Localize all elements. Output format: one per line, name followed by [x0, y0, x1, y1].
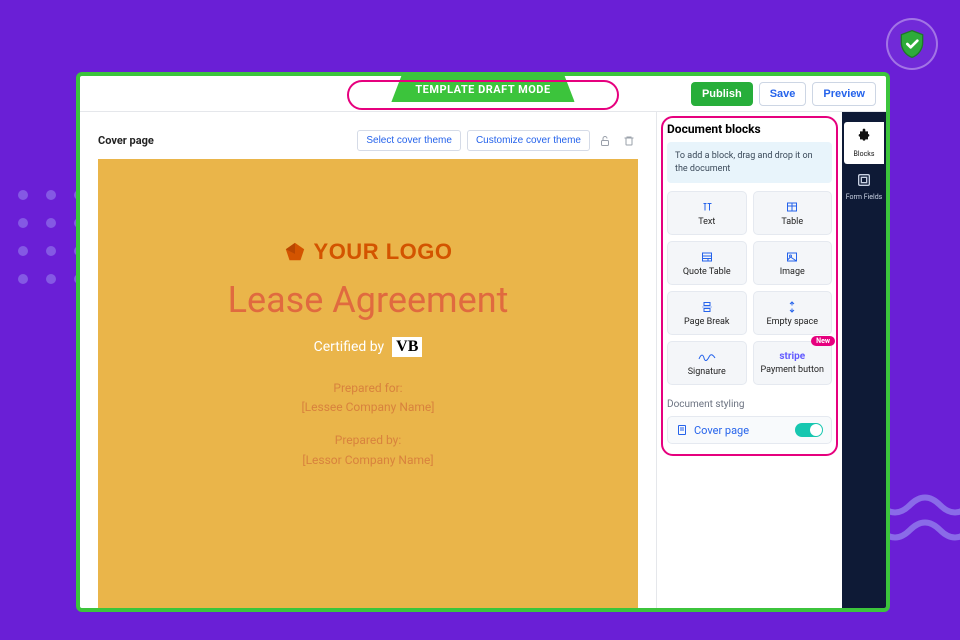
- block-label: Image: [780, 267, 805, 277]
- rail-tab-blocks[interactable]: Blocks: [844, 122, 884, 164]
- customize-cover-theme-button[interactable]: Customize cover theme: [467, 130, 590, 151]
- block-label: Page Break: [684, 317, 729, 327]
- form-fields-icon: [856, 172, 872, 192]
- rail-label: Form Fields: [846, 194, 883, 202]
- document-title: Lease Agreement: [228, 279, 509, 321]
- template-mode-label: TEMPLATE DRAFT MODE: [415, 83, 550, 96]
- cover-toggle-switch[interactable]: [795, 423, 823, 437]
- signature-icon: [698, 350, 716, 364]
- canvas-header: Cover page Select cover theme Customize …: [98, 130, 638, 151]
- block-label: Payment button: [761, 365, 824, 375]
- page-icon: [676, 424, 688, 436]
- block-image[interactable]: Image: [753, 241, 833, 285]
- text-icon: [700, 200, 714, 214]
- block-quote-table[interactable]: Quote Table: [667, 241, 747, 285]
- bg-dots-decor: [0, 190, 84, 284]
- block-label: Table: [781, 217, 803, 227]
- logo-text: YOUR LOGO: [314, 239, 453, 265]
- prepared-for-block: Prepared for: [Lessee Company Name]: [302, 379, 435, 417]
- document-styling-label: Document styling: [667, 399, 832, 410]
- cover-page-label: Cover page: [98, 134, 154, 147]
- block-label: Signature: [688, 367, 726, 377]
- right-rail: Blocks Form Fields: [842, 112, 886, 608]
- logo-icon: [284, 241, 306, 263]
- blocks-panel-tip: To add a block, drag and drop it on the …: [667, 142, 832, 183]
- rail-tab-form-fields[interactable]: Form Fields: [844, 166, 884, 208]
- quote-table-icon: [700, 250, 714, 264]
- block-table[interactable]: Table: [753, 191, 833, 235]
- block-text[interactable]: Text: [667, 191, 747, 235]
- trash-icon[interactable]: [620, 132, 638, 150]
- save-button[interactable]: Save: [759, 82, 807, 106]
- block-empty-space[interactable]: Empty space: [753, 291, 833, 335]
- stripe-logo: stripe: [779, 351, 805, 362]
- new-badge: New: [811, 336, 835, 346]
- block-label: Empty space: [766, 317, 818, 327]
- block-payment-button[interactable]: New stripe Payment button: [753, 341, 833, 385]
- shield-icon: [896, 28, 928, 60]
- preview-button[interactable]: Preview: [812, 82, 876, 106]
- cover-page-preview[interactable]: YOUR LOGO Lease Agreement Certified by V…: [98, 159, 638, 608]
- cover-page-toggle-row[interactable]: Cover page: [667, 416, 832, 444]
- table-icon: [785, 200, 799, 214]
- prepared-for-label: Prepared for:: [302, 379, 435, 398]
- prepared-by-block: Prepared by: [Lessor Company Name]: [302, 431, 433, 469]
- prepared-by-label: Prepared by:: [302, 431, 433, 450]
- certified-prefix: Certified by: [314, 339, 385, 355]
- empty-space-icon: [785, 300, 799, 314]
- blocks-panel-title: Document blocks: [667, 122, 832, 136]
- app-window: TEMPLATE DRAFT MODE Publish Save Preview…: [76, 72, 890, 612]
- canvas-column: Cover page Select cover theme Customize …: [80, 112, 656, 608]
- page-break-icon: [700, 300, 714, 314]
- publish-button[interactable]: Publish: [691, 82, 753, 106]
- image-icon: [785, 250, 799, 264]
- block-label: Text: [698, 217, 715, 227]
- select-cover-theme-button[interactable]: Select cover theme: [357, 130, 461, 151]
- prepared-for-value: [Lessee Company Name]: [302, 398, 435, 417]
- template-mode-badge: TEMPLATE DRAFT MODE: [391, 76, 574, 102]
- prepared-by-value: [Lessor Company Name]: [302, 451, 433, 470]
- rail-label: Blocks: [854, 150, 875, 158]
- security-shield-badge: [886, 18, 938, 70]
- block-signature[interactable]: Signature: [667, 341, 747, 385]
- workspace: Cover page Select cover theme Customize …: [80, 112, 886, 608]
- block-label: Quote Table: [683, 267, 731, 277]
- lock-icon[interactable]: [596, 132, 614, 150]
- block-page-break[interactable]: Page Break: [667, 291, 747, 335]
- blocks-panel: Document blocks To add a block, drag and…: [656, 112, 842, 608]
- top-toolbar: TEMPLATE DRAFT MODE Publish Save Preview: [80, 76, 886, 112]
- certified-mark: VB: [392, 337, 422, 357]
- cover-toggle-label: Cover page: [694, 424, 749, 437]
- logo-placeholder: YOUR LOGO: [284, 239, 453, 265]
- certified-by-row: Certified by VB: [314, 337, 423, 357]
- puzzle-icon: [856, 128, 872, 148]
